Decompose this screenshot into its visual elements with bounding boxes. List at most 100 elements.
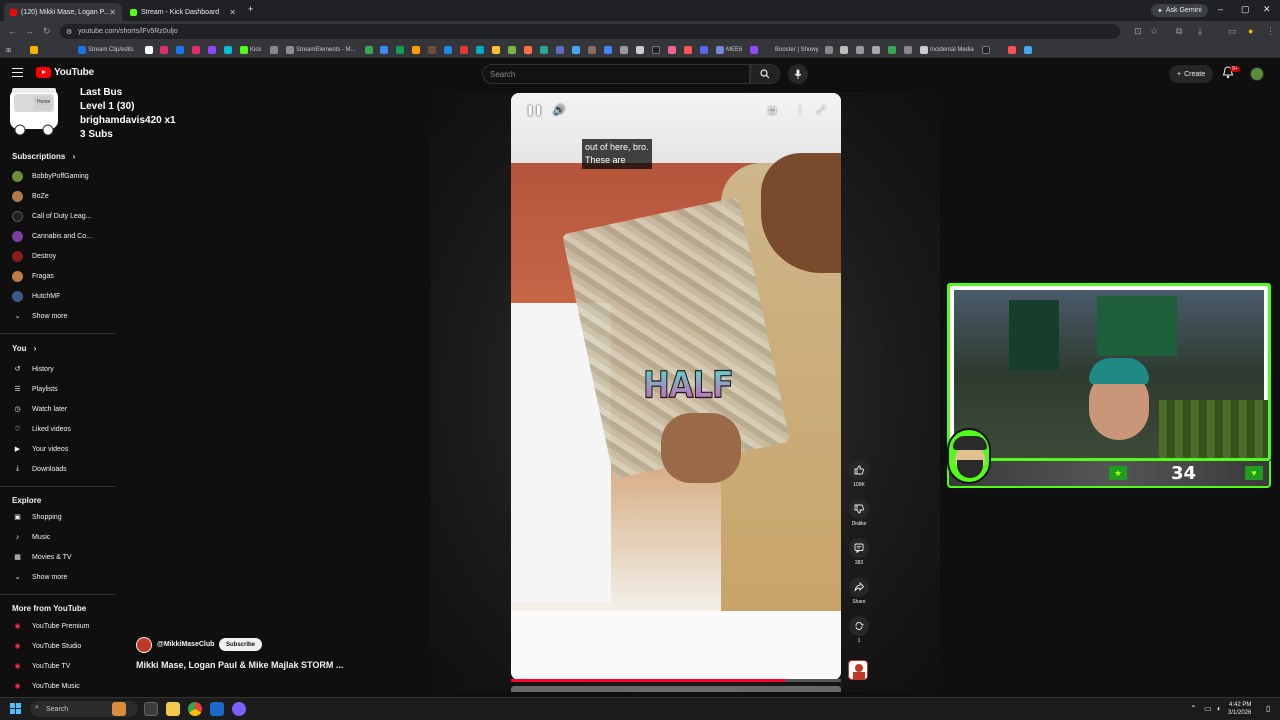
- bookmark-item[interactable]: [856, 45, 864, 55]
- bookmark-item[interactable]: [825, 45, 833, 55]
- reload-icon[interactable]: ↻: [43, 26, 51, 37]
- more-options-icon[interactable]: ⋮: [795, 105, 805, 116]
- bookmark-item[interactable]: [380, 45, 388, 55]
- sidebar-item-watch-later[interactable]: ◷ Watch later: [12, 402, 67, 416]
- profile-icon[interactable]: ●: [1248, 26, 1253, 36]
- bookmark-item[interactable]: [684, 45, 692, 55]
- bookmark-item[interactable]: [224, 45, 232, 55]
- bookmark-item[interactable]: [588, 45, 596, 55]
- network-icon[interactable]: ▭: [1204, 704, 1212, 713]
- notification-center-icon[interactable]: ▯: [1266, 704, 1270, 713]
- bookmark-item[interactable]: [904, 45, 912, 55]
- bookmark-item[interactable]: [208, 45, 216, 55]
- site-info-icon[interactable]: ⚙: [66, 28, 72, 36]
- bookmark-item[interactable]: [444, 45, 452, 55]
- remix-action[interactable]: 1: [848, 616, 870, 644]
- sidebar-item-playlists[interactable]: ☰ Playlists: [12, 382, 57, 396]
- forward-arrow-icon[interactable]: →: [25, 26, 34, 36]
- ask-gemini-button[interactable]: ✦ Ask Gemini: [1151, 4, 1208, 17]
- bookmark-item[interactable]: Booster | Showy: [775, 45, 819, 55]
- search-input[interactable]: Search: [482, 64, 750, 84]
- bookmark-item[interactable]: Incidental Media: [920, 45, 974, 55]
- bookmark-item[interactable]: [668, 45, 676, 55]
- show-more-explore[interactable]: ⌄ Show more: [12, 570, 68, 584]
- bookmark-item[interactable]: [412, 45, 420, 55]
- bookmark-item[interactable]: [572, 45, 580, 55]
- captions-icon[interactable]: ▤: [768, 105, 777, 116]
- subscription-item[interactable]: BoZe: [12, 189, 49, 203]
- bookmark-item[interactable]: [888, 45, 896, 55]
- tray-overflow-icon[interactable]: ⌃: [1190, 704, 1197, 713]
- bookmark-item[interactable]: [982, 45, 990, 55]
- sidebar-item-music[interactable]: ♪ Music: [12, 530, 51, 544]
- chrome-icon[interactable]: [188, 702, 202, 716]
- bookmark-item[interactable]: [365, 45, 373, 55]
- sidepanel-icon[interactable]: ▭: [1228, 26, 1237, 37]
- sidebar-item-shopping[interactable]: ▣ Shopping: [12, 510, 61, 524]
- remix-icon[interactable]: [849, 616, 869, 636]
- bookmark-item[interactable]: [145, 45, 153, 55]
- new-tab-button[interactable]: +: [248, 4, 253, 14]
- show-more-subscriptions[interactable]: ⌄ Show more: [12, 309, 68, 323]
- bookmark-item[interactable]: StreamElements - M...: [286, 45, 356, 55]
- subscription-item[interactable]: HutchMF: [12, 289, 60, 303]
- sidebar-item-history[interactable]: ↺ History: [12, 362, 54, 376]
- subscribe-button[interactable]: Subscribe: [219, 638, 263, 651]
- video-progress-bar[interactable]: [511, 679, 841, 682]
- fullscreen-icon[interactable]: ⤢: [817, 105, 825, 116]
- subscription-item[interactable]: BobbyPoffGaming: [12, 169, 89, 183]
- discord-icon[interactable]: [232, 702, 246, 716]
- bookmark-item[interactable]: [540, 45, 548, 55]
- bookmark-item[interactable]: [460, 45, 468, 55]
- sidebar-item-youtube-premium[interactable]: ◉ YouTube Premium: [12, 619, 89, 633]
- bookmark-item[interactable]: [492, 45, 500, 55]
- maximize-button[interactable]: ▢: [1241, 4, 1250, 15]
- sidebar-item-youtube-music[interactable]: ◉ YouTube Music: [12, 679, 79, 693]
- sidebar-item-youtube-tv[interactable]: ◉ YouTube TV: [12, 659, 70, 673]
- sidebar-item-your-videos[interactable]: ▶ Your videos: [12, 442, 69, 456]
- bookmark-item[interactable]: [270, 45, 278, 55]
- bookmark-star-icon[interactable]: ☆: [1150, 26, 1158, 37]
- bookmark-item[interactable]: [700, 45, 708, 55]
- bookmark-item[interactable]: [604, 45, 612, 55]
- bookmark-item[interactable]: [1024, 45, 1032, 55]
- address-bar[interactable]: ⚙ youtube.com/shorts/lFv5Rz0uljo: [60, 24, 1120, 39]
- bookmark-item[interactable]: [192, 45, 200, 55]
- menu-kebab-icon[interactable]: ⋮: [1266, 26, 1275, 37]
- install-app-icon[interactable]: ⊡: [1134, 26, 1142, 37]
- video-title[interactable]: Mikki Mase, Logan Paul & Mike Majlak STO…: [136, 660, 343, 670]
- pause-icon[interactable]: ❚❚: [526, 105, 543, 116]
- task-view-icon[interactable]: [144, 702, 158, 716]
- sidebar-item-liked-videos[interactable]: ♡ Liked videos: [12, 422, 71, 436]
- bookmark-item[interactable]: [176, 45, 184, 55]
- dislike-action[interactable]: Dislike: [848, 499, 870, 527]
- sidebar-item-movies-tv[interactable]: ▦ Movies & TV: [12, 550, 71, 564]
- bookmark-item[interactable]: [652, 45, 660, 55]
- thumbs-down-icon[interactable]: [849, 499, 869, 519]
- bookmark-item[interactable]: [872, 45, 880, 55]
- channel-avatar[interactable]: [136, 637, 152, 653]
- share-action[interactable]: Share: [848, 577, 870, 605]
- search-button[interactable]: [750, 64, 780, 84]
- subscription-item[interactable]: Cannabis and Co...: [12, 229, 92, 243]
- volume-icon[interactable]: 🔊: [553, 105, 565, 116]
- create-button[interactable]: + Create: [1169, 65, 1214, 83]
- bookmark-item[interactable]: [396, 45, 404, 55]
- back-arrow-icon[interactable]: ←: [8, 26, 17, 36]
- like-action[interactable]: 109K: [848, 460, 870, 488]
- youtube-logo[interactable]: YouTube: [36, 67, 94, 78]
- tab-kick-dashboard[interactable]: Stream - Kick Dashboard ✕: [124, 3, 242, 21]
- extensions-icon[interactable]: ⧉: [1176, 26, 1182, 37]
- you-heading[interactable]: You ›: [12, 344, 36, 353]
- thumbs-up-icon[interactable]: [849, 460, 869, 480]
- subscription-item[interactable]: Destroy: [12, 249, 56, 263]
- comments-action[interactable]: 383: [848, 538, 870, 566]
- taskbar-widget-icon[interactable]: [112, 702, 126, 716]
- apps-grid-icon[interactable]: ⊞: [6, 45, 11, 55]
- taskbar-clock[interactable]: 4:42 PM 3/1/2026: [1228, 701, 1251, 717]
- tab-youtube[interactable]: (120) Mikki Mase, Logan P... ✕: [4, 3, 122, 21]
- bookmark-item[interactable]: [1008, 45, 1016, 55]
- steam-icon[interactable]: [210, 702, 224, 716]
- sidebar-item-downloads[interactable]: ⤓ Downloads: [12, 462, 67, 476]
- close-window-button[interactable]: ✕: [1263, 4, 1271, 15]
